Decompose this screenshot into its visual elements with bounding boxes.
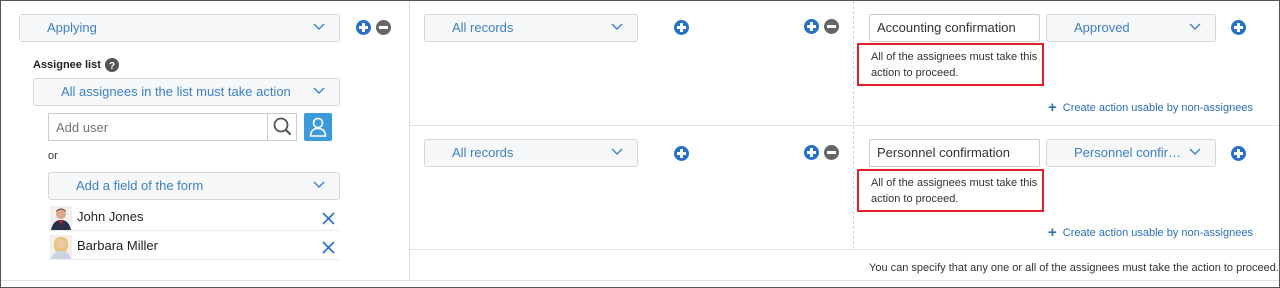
chevron-down-icon [1189, 23, 1201, 30]
action-name-field[interactable]: Accounting confirmation [869, 14, 1040, 42]
chevron-down-icon [611, 23, 623, 30]
add-user-input-box [48, 113, 297, 141]
assignee-mode-dropdown[interactable]: All assignees in the list must take acti… [33, 78, 340, 106]
assignee-name: Barbara Miller [77, 238, 158, 253]
avatar [50, 235, 72, 259]
plus-icon: + [1048, 99, 1057, 116]
condition-dropdown-label: All records [452, 20, 514, 35]
bottom-divider [1, 280, 1279, 281]
action-name-field[interactable]: Personnel confirmation [869, 139, 1040, 167]
row-divider-2 [410, 249, 1279, 250]
status-dropdown[interactable]: Applying [19, 14, 340, 42]
assignee-list-item: John Jones [48, 205, 340, 230]
remove-assignee-icon[interactable] [322, 212, 335, 225]
svg-text:?: ? [109, 61, 115, 72]
assignee-mode-label: All assignees in the list must take acti… [61, 84, 291, 99]
add-condition-button[interactable] [674, 146, 689, 161]
remove-row-button[interactable] [824, 19, 839, 34]
add-row-button[interactable] [804, 19, 819, 34]
footer-note: You can specify that any one or all of t… [869, 262, 1279, 274]
left-panel-divider [409, 1, 410, 280]
destination-dropdown[interactable]: Approved [1046, 14, 1216, 42]
destination-dropdown-label: Personnel confir… [1074, 145, 1181, 160]
assignee-requirement-note: All of the assignees must take this acti… [857, 169, 1044, 212]
remove-assignee-icon[interactable] [322, 241, 335, 254]
status-dropdown-label: Applying [47, 20, 97, 35]
or-label: or [48, 150, 58, 162]
help-icon[interactable]: ? [105, 58, 119, 72]
add-condition-button[interactable] [674, 20, 689, 35]
row-divider-1 [410, 125, 1279, 126]
assignee-separator [48, 259, 340, 260]
create-action-link[interactable]: + Create action usable by non-assignees [1048, 98, 1253, 116]
user-icon [309, 117, 327, 137]
search-icon [273, 117, 292, 136]
assignee-requirement-note: All of the assignees must take this acti… [857, 43, 1044, 86]
add-status-button[interactable] [356, 20, 371, 35]
assignee-separator [48, 230, 340, 231]
condition-dropdown[interactable]: All records [424, 139, 638, 167]
chevron-down-icon [313, 23, 325, 30]
condition-dropdown[interactable]: All records [424, 14, 638, 42]
add-form-field-dropdown[interactable]: Add a field of the form [48, 172, 340, 200]
chevron-down-icon [313, 181, 325, 188]
add-action-button[interactable] [1231, 20, 1246, 35]
search-button[interactable] [267, 114, 296, 140]
condition-dropdown-label: All records [452, 145, 514, 160]
add-user-input[interactable] [49, 114, 268, 140]
create-action-link[interactable]: + Create action usable by non-assignees [1048, 223, 1253, 241]
plus-icon: + [1048, 224, 1057, 241]
remove-status-button[interactable] [376, 20, 391, 35]
remove-row-button[interactable] [824, 145, 839, 160]
destination-dropdown-label: Approved [1074, 20, 1130, 35]
assignee-list-item: Barbara Miller [48, 234, 340, 259]
assignee-name: John Jones [77, 209, 144, 224]
add-form-field-label: Add a field of the form [76, 178, 204, 193]
add-row-button[interactable] [804, 145, 819, 160]
chevron-down-icon [313, 87, 325, 94]
destination-dropdown[interactable]: Personnel confir… [1046, 139, 1216, 167]
user-picker-button[interactable] [304, 113, 332, 141]
assignee-list-title: Assignee list [33, 59, 101, 71]
chevron-down-icon [1189, 148, 1201, 155]
chevron-down-icon [611, 148, 623, 155]
add-action-button[interactable] [1231, 146, 1246, 161]
avatar [50, 206, 72, 230]
